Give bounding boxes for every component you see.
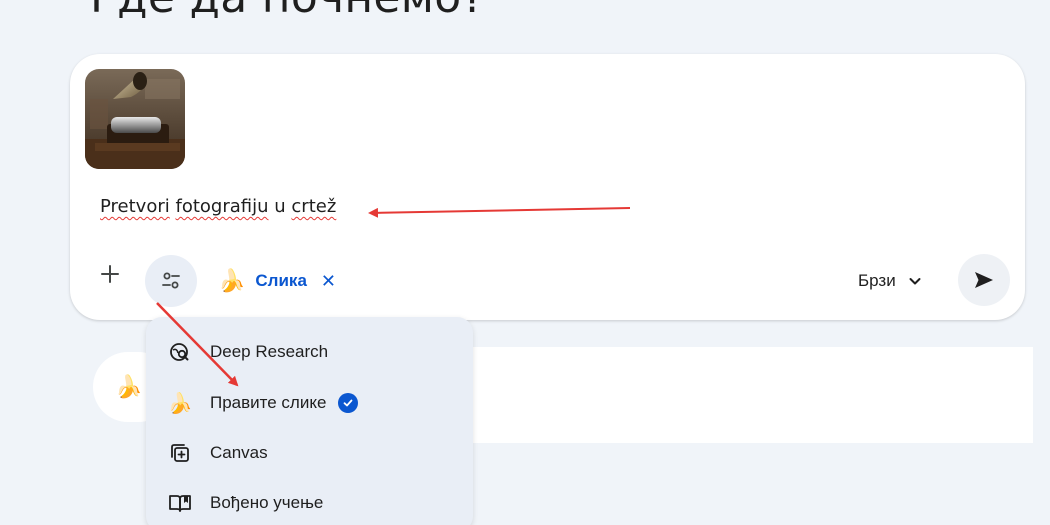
model-selector[interactable]: Брзи <box>858 266 922 296</box>
banana-icon: 🍌 <box>218 268 246 293</box>
prompt-input[interactable]: Pretvori fotografiju u crtež <box>100 196 336 217</box>
menu-item-create-images[interactable]: 🍌 Правите слике <box>146 381 473 425</box>
menu-item-canvas[interactable]: Canvas <box>146 431 473 475</box>
tools-button[interactable] <box>145 255 197 307</box>
prompt-composer: Pretvori fotografiju u crtež 🍌 Слика ✕ Б… <box>70 54 1025 320</box>
chevron-down-icon <box>909 278 921 285</box>
selected-check-icon <box>338 393 359 413</box>
suggestion-card <box>460 347 1033 443</box>
menu-item-label: Canvas <box>210 443 268 462</box>
remove-tool-button[interactable]: ✕ <box>321 271 336 292</box>
banana-icon: 🍌 <box>115 374 143 399</box>
attached-image-thumbnail[interactable] <box>85 69 185 169</box>
active-tool-label: Слика <box>255 271 307 290</box>
menu-item-label: Deep Research <box>210 342 329 361</box>
banana-icon: 🍌 <box>167 392 193 415</box>
active-tool-chip[interactable]: 🍌 Слика ✕ <box>218 264 336 298</box>
model-label: Брзи <box>858 271 896 290</box>
menu-item-label: Вођено учење <box>210 493 324 512</box>
menu-item-guided-learning[interactable]: Вођено учење <box>146 481 473 525</box>
page-title: Где да почнемо? <box>90 0 485 23</box>
send-button[interactable] <box>958 254 1010 306</box>
plus-icon <box>101 265 119 283</box>
prompt-word: Pretvori <box>100 196 170 217</box>
canvas-icon <box>171 444 189 462</box>
menu-item-deep-research[interactable]: Deep Research <box>146 330 473 374</box>
send-icon <box>975 272 993 288</box>
deep-research-icon <box>170 343 189 361</box>
menu-item-label: Правите слике <box>210 393 327 412</box>
prompt-word: crtež <box>291 196 337 217</box>
prompt-word: fotografiju <box>175 196 269 217</box>
add-attachment-button[interactable] <box>92 256 128 292</box>
tools-sliders-icon <box>162 272 180 289</box>
tools-menu: Deep Research 🍌 Правите слике Canvas Вођ… <box>146 317 473 525</box>
book-icon <box>169 495 191 512</box>
gramophone-photo-icon <box>85 69 185 169</box>
prompt-word: u <box>274 196 286 217</box>
